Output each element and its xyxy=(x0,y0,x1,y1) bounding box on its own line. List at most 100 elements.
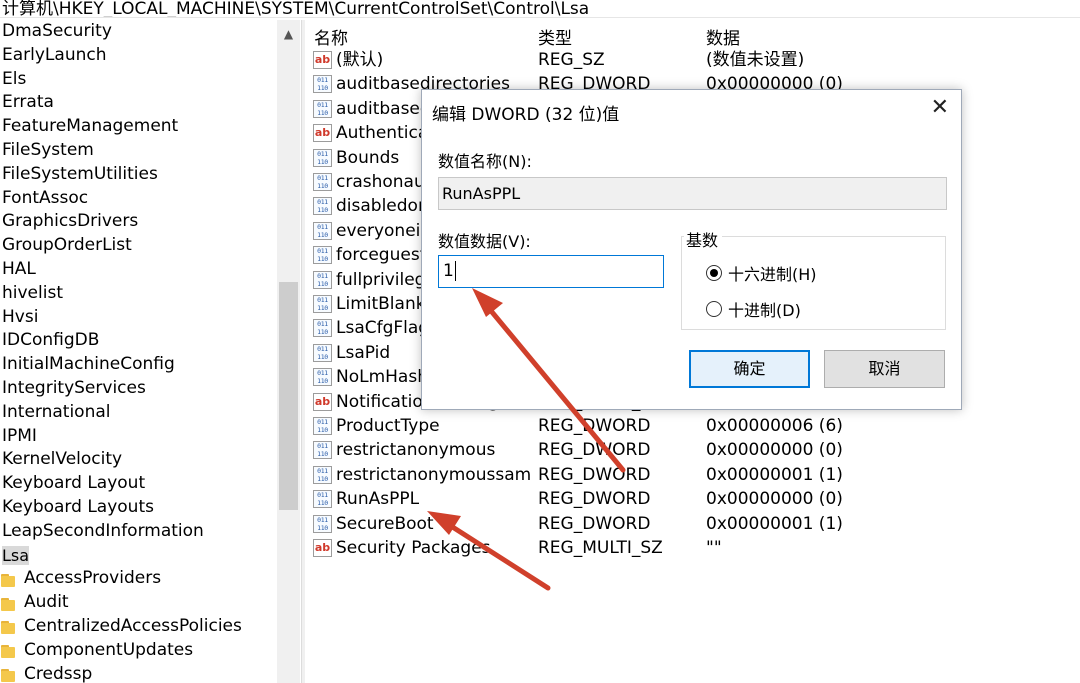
value-name: RunAsPPL xyxy=(336,489,420,510)
value-name-label: 数值名称(N): xyxy=(438,152,532,171)
value-type: REG_DWORD xyxy=(538,464,651,485)
value-name: NoLmHash xyxy=(336,367,428,388)
tree-key[interactable]: Keyboard Layout xyxy=(0,472,277,496)
close-icon[interactable]: ✕ xyxy=(931,96,949,120)
tree-key[interactable]: Errata xyxy=(0,91,277,115)
value-type: REG_DWORD xyxy=(538,416,651,436)
binary-value-icon: 011 110 xyxy=(313,221,332,240)
tree-key[interactable]: FileSystemUtilities xyxy=(0,163,277,187)
value-data-input[interactable]: 1 xyxy=(438,255,664,288)
tree-subkey[interactable]: AccessProviders xyxy=(0,567,277,591)
radio-decimal[interactable]: 十进制(D) xyxy=(706,297,801,321)
ok-button[interactable]: 确定 xyxy=(689,350,810,388)
scroll-up-icon[interactable]: ▲ xyxy=(277,24,300,44)
binary-value-icon: 011 110 xyxy=(313,514,332,533)
binary-value-icon: 011 110 xyxy=(313,197,332,216)
binary-value-icon: 011 110 xyxy=(313,173,332,191)
value-row[interactable]: ab (默认) REG_SZ (数值未设置) xyxy=(306,48,1080,72)
tree-key[interactable]: FeatureManagement xyxy=(0,115,277,139)
string-value-icon: ab xyxy=(313,539,332,557)
scroll-thumb[interactable] xyxy=(279,282,298,510)
tree-key[interactable]: InitialMachineConfig xyxy=(0,353,277,377)
tree-subkey[interactable]: CentralizedAccessPolicies xyxy=(0,615,277,639)
binary-value-icon: 011 110 xyxy=(313,417,332,435)
binary-value-icon: 011 110 xyxy=(313,295,332,313)
base-label: 基数 xyxy=(684,227,723,251)
address-bar[interactable]: 计算机\HKEY_LOCAL_MACHINE\SYSTEM\CurrentCon… xyxy=(0,0,1080,18)
value-name: restrictanonymous xyxy=(336,440,496,461)
value-row[interactable]: ab Security Packages REG_MULTI_SZ "" xyxy=(306,536,1080,560)
column-header-data[interactable]: 数据 xyxy=(706,24,740,49)
value-data-text: 1 xyxy=(443,261,454,281)
folder-icon xyxy=(1,572,16,587)
tree-key[interactable]: DmaSecurity xyxy=(0,20,277,44)
value-data: "" xyxy=(706,538,722,558)
tree-subkey-label: AccessProviders xyxy=(24,568,162,589)
value-row[interactable]: 011 110 restrictanonymoussam REG_DWORD 0x000… xyxy=(306,463,1080,487)
value-row[interactable]: 011 110 ProductType REG_DWORD 0x00000006 (6) xyxy=(306,414,1080,438)
string-value-icon: ab xyxy=(313,51,332,69)
tree-key[interactable]: Els xyxy=(0,68,277,92)
tree-key-selected[interactable]: Lsa xyxy=(0,544,277,568)
binary-value-icon: 011 110 xyxy=(313,246,332,265)
tree-key[interactable]: LeapSecondInformation xyxy=(0,520,277,544)
binary-value-icon: 011 110 xyxy=(313,270,332,289)
value-name: forceguest xyxy=(336,245,427,266)
tree-key[interactable]: IntegrityServices xyxy=(0,377,277,401)
tree-key[interactable]: IDConfigDB xyxy=(0,329,277,353)
tree-key[interactable]: FileSystem xyxy=(0,139,277,163)
column-header-name[interactable]: 名称 xyxy=(314,24,348,49)
value-data: (数值未设置) xyxy=(706,50,805,70)
pane-splitter[interactable] xyxy=(301,20,305,683)
value-row[interactable]: 011 110 restrictanonymous REG_DWORD 0x000000… xyxy=(306,438,1080,462)
folder-icon xyxy=(1,596,16,611)
edit-dword-dialog: 编辑 DWORD (32 位)值 ✕ 数值名称(N): RunAsPPL 数值数… xyxy=(421,89,962,410)
string-value-icon: ab xyxy=(313,392,332,411)
value-name: SecureBoot xyxy=(336,513,434,534)
binary-value-icon: 011 110 xyxy=(313,319,332,338)
column-header-type[interactable]: 类型 xyxy=(538,24,572,49)
value-data: 0x00000000 (0) xyxy=(706,489,843,510)
value-row[interactable]: 011 110 RunAsPPL REG_DWORD 0x00000000 (0) xyxy=(306,487,1080,511)
value-name: (默认) xyxy=(336,50,384,70)
folder-icon xyxy=(1,643,16,659)
tree-key[interactable]: GroupOrderList xyxy=(0,234,277,258)
cancel-button[interactable]: 取消 xyxy=(824,350,945,388)
tree-key[interactable]: hivelist xyxy=(0,282,277,306)
binary-value-icon: 011 110 xyxy=(313,343,332,362)
tree-key[interactable]: HAL xyxy=(0,258,277,282)
binary-value-icon: 011 110 xyxy=(313,441,332,460)
tree-subkey[interactable]: Audit xyxy=(0,591,277,615)
tree-subkey[interactable]: ComponentUpdates xyxy=(0,639,277,663)
tree-key[interactable]: International xyxy=(0,401,277,425)
radio-hex-label: 十六进制(H) xyxy=(728,265,817,284)
tree-key[interactable]: Hvsi xyxy=(0,306,277,330)
radio-unselected-icon[interactable] xyxy=(706,301,722,317)
binary-value-icon: 011 110 xyxy=(313,75,332,94)
tree-key[interactable]: IPMI xyxy=(0,425,277,449)
value-type: REG_MULTI_SZ xyxy=(538,538,663,558)
binary-value-icon: 011 110 xyxy=(313,465,332,484)
value-data: 0x00000001 (1) xyxy=(706,464,843,485)
tree-key[interactable]: FontAssoc xyxy=(0,187,277,211)
tree-key[interactable]: GraphicsDrivers xyxy=(0,210,277,234)
tree-key[interactable]: EarlyLaunch xyxy=(0,44,277,68)
tree-subkey[interactable]: Credssp xyxy=(0,663,277,683)
radio-selected-icon[interactable] xyxy=(706,265,722,281)
radio-hex[interactable]: 十六进制(H) xyxy=(706,261,817,285)
value-data: 0x00000000 (0) xyxy=(706,440,843,461)
radio-decimal-label: 十进制(D) xyxy=(728,301,801,320)
value-name: Bounds xyxy=(336,147,400,168)
dialog-title: 编辑 DWORD (32 位)值 xyxy=(432,105,620,125)
tree-key[interactable]: KernelVelocity xyxy=(0,448,277,472)
value-data: 0x00000001 (1) xyxy=(706,513,843,534)
folder-icon xyxy=(1,619,16,635)
value-row[interactable]: 011 110 SecureBoot REG_DWORD 0x00000001 (1) xyxy=(306,512,1080,536)
binary-value-icon: 011 110 xyxy=(313,490,332,509)
value-name: Security Packages xyxy=(336,538,491,558)
tree-key[interactable]: Keyboard Layouts xyxy=(0,496,277,520)
value-type: REG_SZ xyxy=(538,50,605,70)
binary-value-icon: 011 110 xyxy=(313,368,332,387)
tree-subkey-label: CentralizedAccessPolicies xyxy=(24,615,242,636)
tree-scrollbar[interactable]: ▲ xyxy=(277,20,300,683)
